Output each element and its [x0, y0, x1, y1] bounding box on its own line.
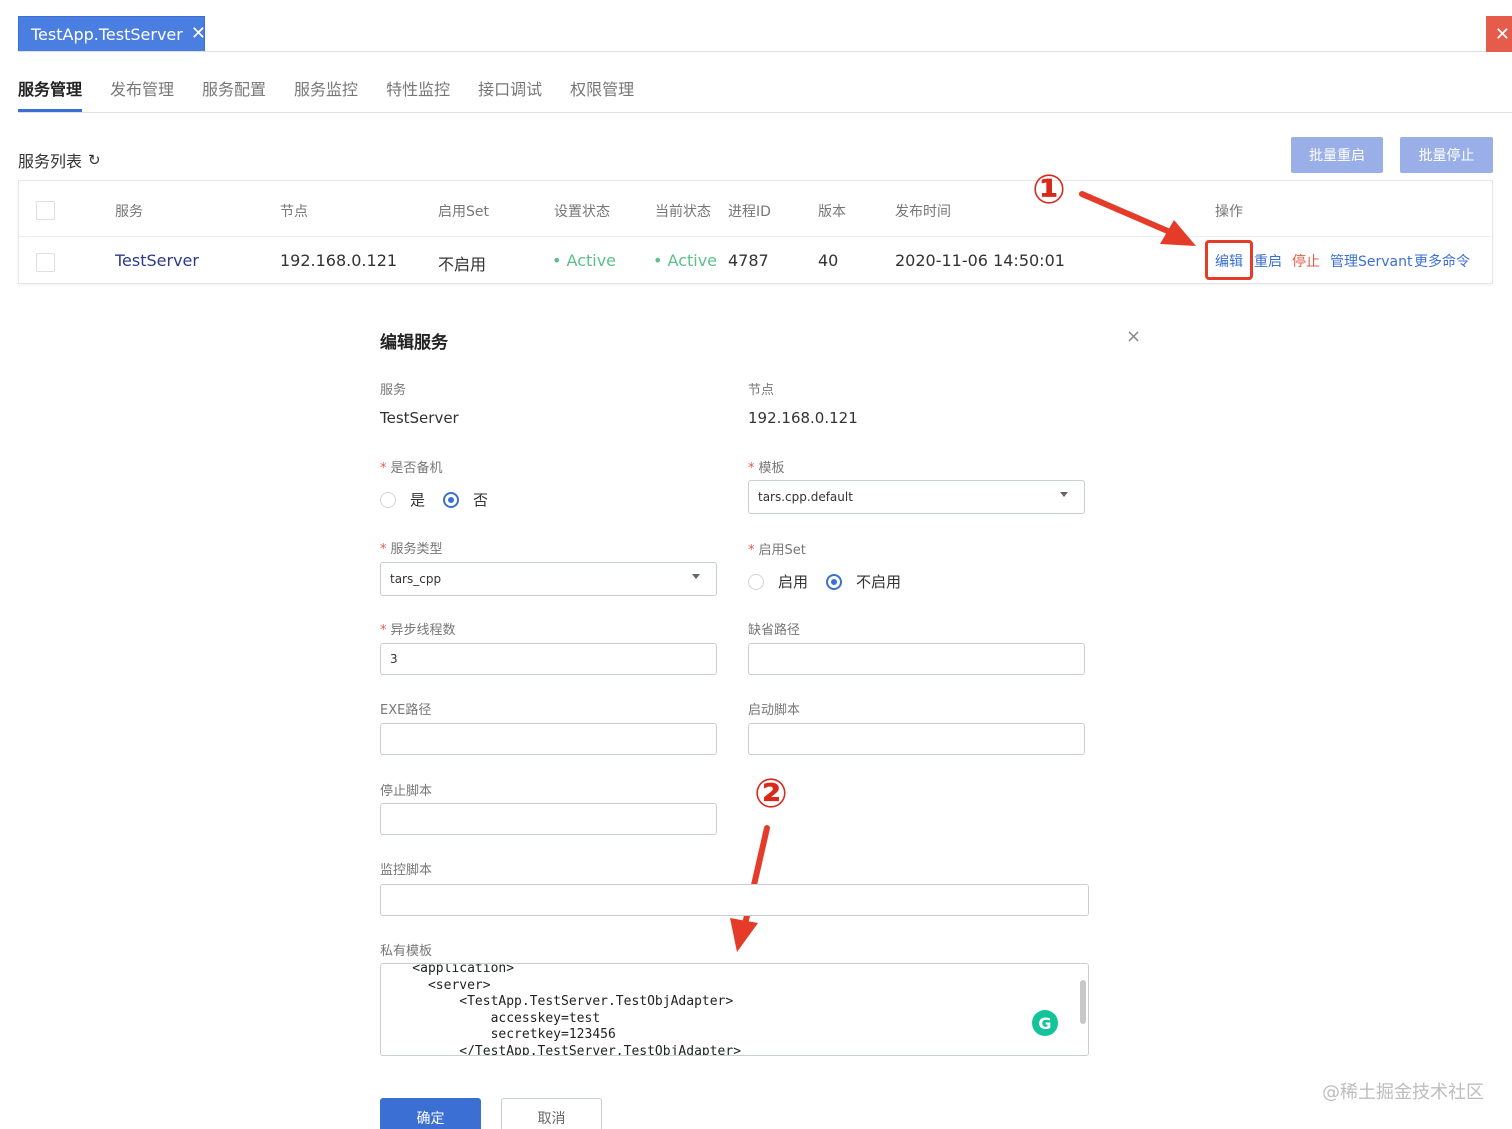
- annotation-two: ②: [754, 771, 788, 817]
- set-radio-group: 启用 不启用: [748, 571, 919, 592]
- tab-feature-monitor[interactable]: 特性监控: [386, 76, 450, 112]
- app-tab-title: TestApp.TestServer: [31, 24, 183, 44]
- service-table: 服务 节点 启用Set 设置状态 当前状态 进程ID 版本 发布时间 操作 Te…: [18, 180, 1493, 284]
- start-script-label: 启动脚本: [748, 703, 801, 718]
- standby-radio-group: 是 否: [380, 489, 506, 510]
- template-select[interactable]: tars.cpp.default: [748, 480, 1085, 514]
- tab-service-config[interactable]: 服务配置: [202, 76, 266, 112]
- version-cell: 40: [818, 251, 839, 270]
- column-header: 节点: [280, 204, 308, 220]
- tab-service-management[interactable]: 服务管理: [18, 76, 83, 112]
- default-path-input[interactable]: [748, 643, 1085, 675]
- monitor-script-label: 监控脚本: [380, 863, 433, 878]
- private-template-textarea[interactable]: <application> <server> <TestApp.TestServ…: [380, 963, 1089, 1056]
- node-value: 192.168.0.121: [748, 409, 858, 427]
- annotation-arrows: [730, 191, 1196, 952]
- more-commands-link[interactable]: 更多命令: [1414, 251, 1470, 271]
- row-checkbox[interactable]: [36, 253, 55, 272]
- exe-path-input[interactable]: [380, 723, 717, 755]
- set-disable-label: 不启用: [856, 573, 902, 591]
- textarea-scrollbar[interactable]: [1080, 980, 1086, 1024]
- service-type-select[interactable]: tars_cpp: [380, 562, 717, 596]
- batch-restart-button[interactable]: 批量重启: [1291, 137, 1383, 173]
- column-header: 设置状态: [554, 204, 610, 220]
- window-close-button[interactable]: ✕: [1486, 16, 1512, 52]
- close-icon[interactable]: ✕: [191, 25, 206, 43]
- set-cell: 不启用: [438, 255, 487, 274]
- service-list-title: 服务列表 ↻: [18, 148, 101, 172]
- column-header: 版本: [818, 204, 846, 220]
- column-header: 当前状态: [655, 204, 711, 220]
- setting-status-cell: • Active: [552, 251, 617, 270]
- watermark: @稀土掘金技术社区: [1322, 1082, 1484, 1103]
- tab-interface-debug[interactable]: 接口调试: [478, 76, 542, 112]
- column-header: 启用Set: [438, 204, 489, 220]
- set-enable-radio[interactable]: [748, 573, 764, 590]
- chevron-down-icon: [1060, 492, 1068, 497]
- select-all-checkbox[interactable]: [36, 201, 55, 220]
- template-select-value: tars.cpp.default: [758, 490, 853, 504]
- private-template-content: <application> <server> <TestApp.TestServ…: [412, 963, 742, 1056]
- column-header: 进程ID: [728, 204, 771, 220]
- close-icon: ✕: [1494, 23, 1510, 45]
- nav-divider: [18, 112, 1512, 113]
- restart-link[interactable]: 重启: [1254, 251, 1282, 271]
- set-label: * 启用Set: [748, 543, 806, 558]
- chevron-down-icon: [692, 574, 700, 579]
- async-threads-label: * 异步线程数: [380, 623, 456, 638]
- modal-title: 编辑服务: [380, 333, 448, 353]
- standby-yes-label: 是: [410, 491, 426, 509]
- async-threads-input[interactable]: 3: [380, 643, 717, 675]
- tab-permission-management[interactable]: 权限管理: [570, 76, 634, 112]
- tab-release-management[interactable]: 发布管理: [110, 76, 174, 112]
- standby-label: * 是否备机: [380, 461, 443, 476]
- node-cell: 192.168.0.121: [280, 251, 398, 270]
- stop-link[interactable]: 停止: [1292, 251, 1320, 271]
- async-threads-value: 3: [390, 652, 398, 666]
- cancel-button[interactable]: 取消: [501, 1098, 602, 1129]
- standby-no-label: 否: [473, 491, 489, 509]
- annotation-one: ①: [1032, 167, 1066, 213]
- service-name-link[interactable]: TestServer: [115, 251, 199, 270]
- tab-service-monitor[interactable]: 服务监控: [294, 76, 358, 112]
- table-header: 服务 节点 启用Set 设置状态 当前状态 进程ID 版本 发布时间 操作: [19, 181, 1492, 237]
- node-label: 节点: [748, 383, 775, 398]
- edit-highlight-box: [1205, 240, 1253, 280]
- start-script-input[interactable]: [748, 723, 1085, 755]
- stop-script-label: 停止脚本: [380, 784, 433, 799]
- grammarly-icon[interactable]: G: [1032, 1010, 1058, 1036]
- close-icon[interactable]: ×: [1126, 326, 1141, 347]
- main-nav: 服务管理 发布管理 服务配置 服务监控 特性监控 接口调试 权限管理: [18, 76, 662, 112]
- batch-stop-button[interactable]: 批量停止: [1400, 137, 1493, 173]
- set-disable-radio[interactable]: [826, 573, 843, 590]
- column-header: 服务: [115, 204, 143, 220]
- tab-divider: [18, 51, 1512, 52]
- pid-cell: 4787: [728, 251, 769, 270]
- refresh-icon[interactable]: ↻: [88, 151, 101, 169]
- template-label: * 模板: [748, 461, 785, 476]
- current-status-cell: • Active: [653, 251, 718, 270]
- column-header: 发布时间: [895, 204, 951, 220]
- release-time-cell: 2020-11-06 14:50:01: [895, 251, 1065, 270]
- monitor-script-input[interactable]: [380, 884, 1089, 916]
- service-value: TestServer: [380, 409, 459, 427]
- standby-yes-radio[interactable]: [380, 491, 396, 508]
- manage-servant-link[interactable]: 管理Servant: [1330, 251, 1412, 271]
- stop-script-input[interactable]: [380, 803, 717, 835]
- service-type-select-value: tars_cpp: [390, 572, 442, 586]
- private-template-label: 私有模板: [380, 944, 433, 959]
- column-header: 操作: [1215, 204, 1243, 220]
- service-type-label: * 服务类型: [380, 542, 443, 557]
- set-enable-label: 启用: [778, 573, 809, 591]
- service-list-label: 服务列表: [18, 152, 83, 171]
- service-label: 服务: [380, 383, 407, 398]
- standby-no-radio[interactable]: [443, 491, 460, 508]
- confirm-button[interactable]: 确定: [380, 1098, 481, 1129]
- default-path-label: 缺省路径: [748, 623, 801, 638]
- exe-path-label: EXE路径: [380, 703, 432, 718]
- app-tab[interactable]: TestApp.TestServer ✕: [18, 16, 206, 52]
